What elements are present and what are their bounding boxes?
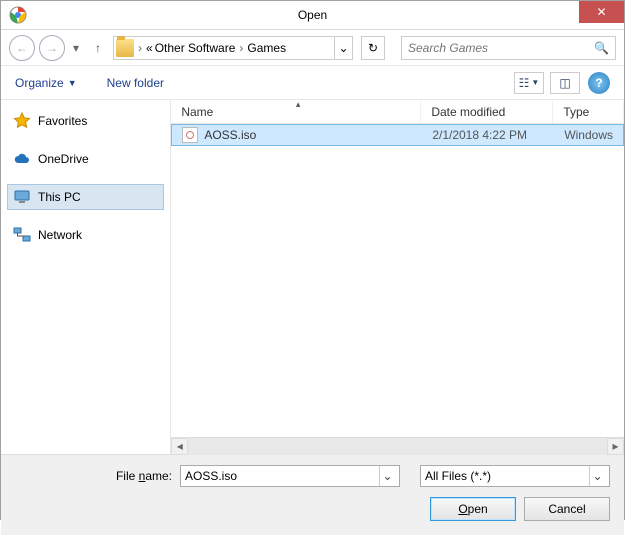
file-pane: Name ▴ Date modified Type AOSS.iso 2/1/2… <box>171 100 624 454</box>
preview-pane-icon: ◫ <box>559 76 570 90</box>
app-icon <box>9 6 27 24</box>
new-folder-button[interactable]: New folder <box>107 76 164 90</box>
organize-menu[interactable]: Organize ▼ <box>15 76 77 90</box>
chevron-right-icon: › <box>136 41 144 55</box>
chevron-down-icon: ▾ <box>73 41 79 55</box>
search-input[interactable] <box>408 41 594 55</box>
breadcrumb[interactable]: › « Other Software › Games ⌄ <box>113 36 353 60</box>
sidebar: Favorites OneDrive This PC Network <box>1 100 171 454</box>
sidebar-item-favorites[interactable]: Favorites <box>7 108 164 134</box>
window-title: Open <box>298 8 327 22</box>
cloud-icon <box>13 150 31 168</box>
filename-input[interactable]: AOSS.iso ⌄ <box>180 465 400 487</box>
file-type: Windows <box>554 128 623 142</box>
back-button[interactable]: ← <box>9 35 35 61</box>
cancel-button[interactable]: Cancel <box>524 497 610 521</box>
filename-value: AOSS.iso <box>185 469 237 483</box>
breadcrumb-dropdown[interactable]: ⌄ <box>334 37 352 59</box>
search-box[interactable]: 🔍 <box>401 36 616 60</box>
chevron-down-icon: ▼ <box>68 78 77 88</box>
star-icon <box>13 112 31 130</box>
toolbar: Organize ▼ New folder ☷▼ ◫ ? <box>1 66 624 100</box>
close-button[interactable]: ✕ <box>579 1 624 23</box>
file-date: 2/1/2018 4:22 PM <box>422 128 554 142</box>
title-bar: Open ✕ <box>1 1 624 30</box>
sidebar-item-label: OneDrive <box>38 152 89 166</box>
breadcrumb-segment[interactable]: Other Software <box>155 41 236 55</box>
breadcrumb-segment[interactable]: Games <box>247 41 286 55</box>
sidebar-item-this-pc[interactable]: This PC <box>7 184 164 210</box>
refresh-button[interactable]: ↻ <box>361 36 385 60</box>
footer-panel: File name: AOSS.iso ⌄ All Files (*.*) ⌄ … <box>1 454 624 535</box>
up-button[interactable]: ↑ <box>87 35 109 61</box>
column-header-name[interactable]: Name ▴ <box>171 100 421 123</box>
main-area: Favorites OneDrive This PC Network Name … <box>1 100 624 454</box>
recent-locations-button[interactable]: ▾ <box>69 35 83 61</box>
close-icon: ✕ <box>596 5 606 19</box>
chevron-down-icon: ▼ <box>531 78 539 87</box>
scroll-right-icon[interactable]: ▸ <box>607 438 624 455</box>
computer-icon <box>13 188 31 206</box>
help-icon: ? <box>595 76 602 90</box>
file-name: AOSS.iso <box>204 128 256 142</box>
sidebar-item-label: Network <box>38 228 82 242</box>
column-headers: Name ▴ Date modified Type <box>171 100 624 124</box>
breadcrumb-overflow[interactable]: « <box>146 41 153 55</box>
file-list: AOSS.iso 2/1/2018 4:22 PM Windows <box>171 124 624 437</box>
preview-pane-button[interactable]: ◫ <box>550 72 580 94</box>
arrow-left-icon: ← <box>16 41 28 55</box>
sidebar-item-label: This PC <box>38 190 81 204</box>
column-header-date[interactable]: Date modified <box>421 100 553 123</box>
arrow-up-icon: ↑ <box>95 41 101 55</box>
chevron-down-icon: ⌄ <box>338 41 348 55</box>
view-icon: ☷ <box>519 76 530 90</box>
filename-label: File name: <box>15 469 172 483</box>
nav-row: ← → ▾ ↑ › « Other Software › Games ⌄ ↻ 🔍 <box>1 30 624 66</box>
search-icon: 🔍 <box>594 41 609 55</box>
sidebar-item-network[interactable]: Network <box>7 222 164 248</box>
iso-file-icon <box>182 127 198 143</box>
forward-button[interactable]: → <box>39 35 65 61</box>
help-button[interactable]: ? <box>588 72 610 94</box>
scroll-left-icon[interactable]: ◂ <box>171 438 188 455</box>
chevron-down-icon[interactable]: ⌄ <box>589 466 605 486</box>
chevron-right-icon: › <box>237 41 245 55</box>
open-button[interactable]: Open <box>430 497 516 521</box>
column-header-type[interactable]: Type <box>553 100 624 123</box>
filetype-select[interactable]: All Files (*.*) ⌄ <box>420 465 610 487</box>
sidebar-item-label: Favorites <box>38 114 87 128</box>
view-options-button[interactable]: ☷▼ <box>514 72 544 94</box>
sort-ascending-icon: ▴ <box>296 99 301 110</box>
refresh-icon: ↻ <box>368 41 378 55</box>
arrow-right-icon: → <box>46 41 58 55</box>
horizontal-scrollbar[interactable]: ◂ ▸ <box>171 437 624 454</box>
file-row[interactable]: AOSS.iso 2/1/2018 4:22 PM Windows <box>171 124 624 146</box>
chevron-down-icon[interactable]: ⌄ <box>379 466 395 486</box>
network-icon <box>13 226 31 244</box>
filetype-value: All Files (*.*) <box>425 469 491 483</box>
sidebar-item-onedrive[interactable]: OneDrive <box>7 146 164 172</box>
folder-icon <box>116 39 134 57</box>
scrollbar-track[interactable] <box>188 438 607 455</box>
